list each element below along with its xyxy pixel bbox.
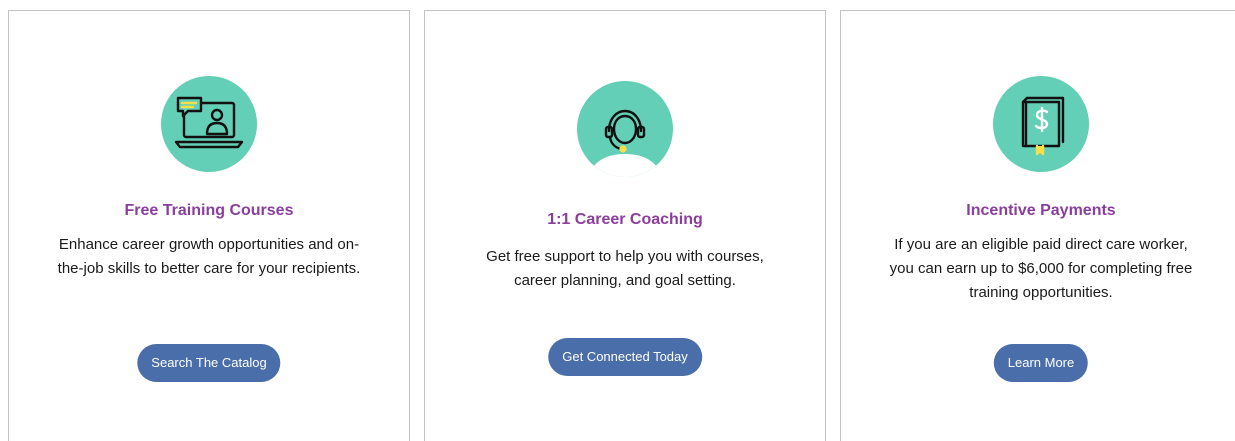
card-title: 1:1 Career Coaching xyxy=(547,211,703,228)
card-description: If you are an eligible paid direct care … xyxy=(889,236,1193,301)
headset-support-icon xyxy=(577,81,673,177)
card-title: Free Training Courses xyxy=(124,202,294,219)
feature-cards: Free Training Courses Enhance career gro… xyxy=(0,0,1235,441)
card-title: Incentive Payments xyxy=(966,202,1116,219)
card-incentive-payments: Incentive Payments If you are an eligibl… xyxy=(840,10,1235,441)
get-connected-button[interactable]: Get Connected Today xyxy=(548,338,702,376)
search-catalog-button[interactable]: Search The Catalog xyxy=(137,344,281,382)
laptop-video-chat-icon xyxy=(161,76,257,172)
learn-more-button[interactable]: Learn More xyxy=(993,344,1089,382)
dollar-book-icon xyxy=(993,76,1089,172)
card-description: Enhance career growth opportunities and … xyxy=(57,236,361,277)
card-free-training: Free Training Courses Enhance career gro… xyxy=(8,10,410,441)
card-career-coaching: 1:1 Career Coaching Get free support to … xyxy=(424,10,826,441)
card-description: Get free support to help you with course… xyxy=(486,248,764,289)
